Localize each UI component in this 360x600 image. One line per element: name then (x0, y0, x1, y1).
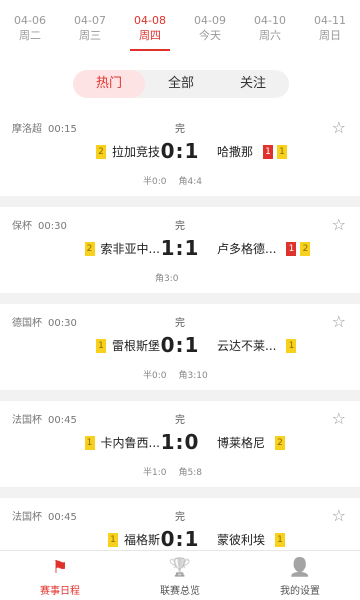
match-stats: 角3:0 (143, 271, 179, 284)
match-list: 摩洛超 00:15 完 ☆ 2 拉加竞技 0:1 哈撒那 1 1 半0:0 角4:4 保杯 00:30 完 ☆… (0, 110, 360, 550)
match-row: 1 卡内鲁西... 1:0 博莱格尼 2 (0, 430, 360, 454)
match-score: 0:1 (160, 139, 200, 163)
match-row: 2 索非亚中... 1:1 卢多格德... 1 2 (0, 236, 360, 260)
halftime-score: 半1:0 (143, 468, 167, 478)
home-side: 2 索非亚中... (84, 240, 160, 257)
corner-count: 角5:8 (178, 468, 203, 478)
favorite-star-icon[interactable]: ☆ (332, 118, 346, 137)
yellow-card-count: 1 (277, 144, 288, 159)
halftime-score: 半0:0 (143, 371, 167, 381)
weekday-label: 周六 (259, 29, 281, 42)
user-icon: 👤 (288, 557, 312, 578)
match-row: 2 拉加竞技 0:1 哈撒那 1 1 (0, 139, 360, 163)
tab-label: 赛事日程 (40, 586, 80, 597)
tab-settings[interactable]: 👤 我的设置 (240, 551, 360, 600)
date-label: 04-09 (194, 14, 226, 27)
away-team: 云达不莱... (217, 339, 277, 353)
trophy-icon: 🏆 (168, 557, 192, 578)
match-row: 1 雷根斯堡 0:1 云达不莱... 1 (0, 333, 360, 357)
bottom-tab-bar: ⚑ 赛事日程 🏆 联赛总览 👤 我的设置 (0, 550, 360, 600)
yellow-card-count: 1 (107, 532, 118, 547)
favorite-star-icon[interactable]: ☆ (332, 409, 346, 428)
red-card-count: 1 (286, 241, 297, 256)
yellow-card-count: 1 (95, 338, 106, 353)
corner-count: 角3:10 (178, 371, 208, 381)
match-status: 完 (175, 318, 185, 329)
match-score: 1:0 (160, 430, 200, 454)
match-stats: 半0:0 角4:4 (143, 174, 202, 187)
date-label: 04-07 (74, 14, 106, 27)
weekday-label: 周二 (19, 29, 41, 42)
yellow-card-count: 2 (95, 144, 106, 159)
tab-leagues[interactable]: 🏆 联赛总览 (120, 551, 240, 600)
match-card[interactable]: 法国杯 00:45 完 ☆ 1 卡内鲁西... 1:0 博莱格尼 2 半1:0 角5:8 (0, 401, 360, 487)
match-score: 0:1 (160, 333, 200, 357)
away-team: 哈撒那 (217, 145, 254, 159)
yellow-card-count: 2 (275, 435, 286, 450)
corner-count: 角4:4 (178, 177, 203, 187)
away-team: 博莱格尼 (217, 436, 266, 450)
date-selector: 04-06 周二 04-07 周三 04-08 周四 04-09 今天 04-10 周六 04-11… (0, 0, 360, 58)
date-label: 04-11 (314, 14, 346, 27)
match-card[interactable]: 法国杯 00:45 完 ☆ 1 福格斯 0:1 蒙彼利埃 1 (0, 498, 360, 550)
match-score: 0:1 (160, 527, 200, 550)
favorite-star-icon[interactable]: ☆ (332, 215, 346, 234)
match-status: 完 (175, 221, 185, 232)
tab-label: 我的设置 (280, 586, 320, 597)
yellow-card-count: 1 (286, 338, 297, 353)
tab-label: 联赛总览 (160, 586, 200, 597)
away-side: 卢多格德... 1 2 (217, 240, 311, 257)
match-status: 完 (175, 124, 185, 135)
date-item-04-10[interactable]: 04-10 周六 (240, 0, 300, 58)
filter-segmented-control: 热门 全部 关注 (73, 70, 289, 98)
weekday-label: 今天 (199, 29, 221, 42)
date-item-04-08[interactable]: 04-08 周四 (120, 0, 180, 58)
match-status: 完 (175, 415, 185, 426)
away-side: 哈撒那 1 1 (217, 143, 288, 160)
tab-schedule[interactable]: ⚑ 赛事日程 (0, 551, 120, 600)
away-team: 卢多格德... (217, 242, 277, 256)
match-stats: 半1:0 角5:8 (143, 465, 202, 478)
date-item-04-07[interactable]: 04-07 周三 (60, 0, 120, 58)
favorite-star-icon[interactable]: ☆ (332, 312, 346, 331)
match-stats: 半0:0 角3:10 (143, 368, 208, 381)
yellow-card-count: 1 (275, 532, 286, 547)
halftime-score: 半0:0 (143, 177, 167, 187)
flag-icon: ⚑ (51, 557, 69, 578)
weekday-label: 周日 (319, 29, 341, 42)
date-label: 04-08 (134, 14, 166, 27)
away-team: 蒙彼利埃 (217, 533, 266, 547)
match-row: 1 福格斯 0:1 蒙彼利埃 1 (0, 527, 360, 550)
corner-count: 角3:0 (155, 274, 179, 284)
date-item-04-06[interactable]: 04-06 周二 (0, 0, 60, 58)
match-score: 1:1 (160, 236, 200, 260)
match-card[interactable]: 保杯 00:30 完 ☆ 2 索非亚中... 1:1 卢多格德... 1 2 角3:0 (0, 207, 360, 293)
away-side: 云达不莱... 1 (217, 337, 297, 354)
tab-all[interactable]: 全部 (145, 70, 217, 98)
tab-follow[interactable]: 关注 (217, 70, 289, 98)
favorite-star-icon[interactable]: ☆ (332, 506, 346, 525)
date-item-04-09[interactable]: 04-09 今天 (180, 0, 240, 58)
weekday-label: 周四 (139, 29, 161, 42)
weekday-label: 周三 (79, 29, 101, 42)
away-side: 博莱格尼 2 (217, 434, 286, 451)
red-card-count: 1 (263, 144, 274, 159)
date-label: 04-06 (14, 14, 46, 27)
date-item-04-11[interactable]: 04-11 周日 (300, 0, 360, 58)
match-card[interactable]: 摩洛超 00:15 完 ☆ 2 拉加竞技 0:1 哈撒那 1 1 半0:0 角4:4 (0, 110, 360, 196)
match-card[interactable]: 德国杯 00:30 完 ☆ 1 雷根斯堡 0:1 云达不莱... 1 半0:0 角3:10 (0, 304, 360, 390)
yellow-card-count: 1 (84, 435, 95, 450)
filter-tabs-bar: 热门 全部 关注 (0, 58, 360, 110)
away-side: 蒙彼利埃 1 (217, 531, 286, 548)
date-label: 04-10 (254, 14, 286, 27)
match-status: 完 (175, 512, 185, 523)
yellow-card-count: 2 (300, 241, 311, 256)
tab-hot[interactable]: 热门 (73, 70, 145, 98)
home-side: 1 卡内鲁西... (84, 434, 160, 451)
yellow-card-count: 2 (84, 241, 95, 256)
